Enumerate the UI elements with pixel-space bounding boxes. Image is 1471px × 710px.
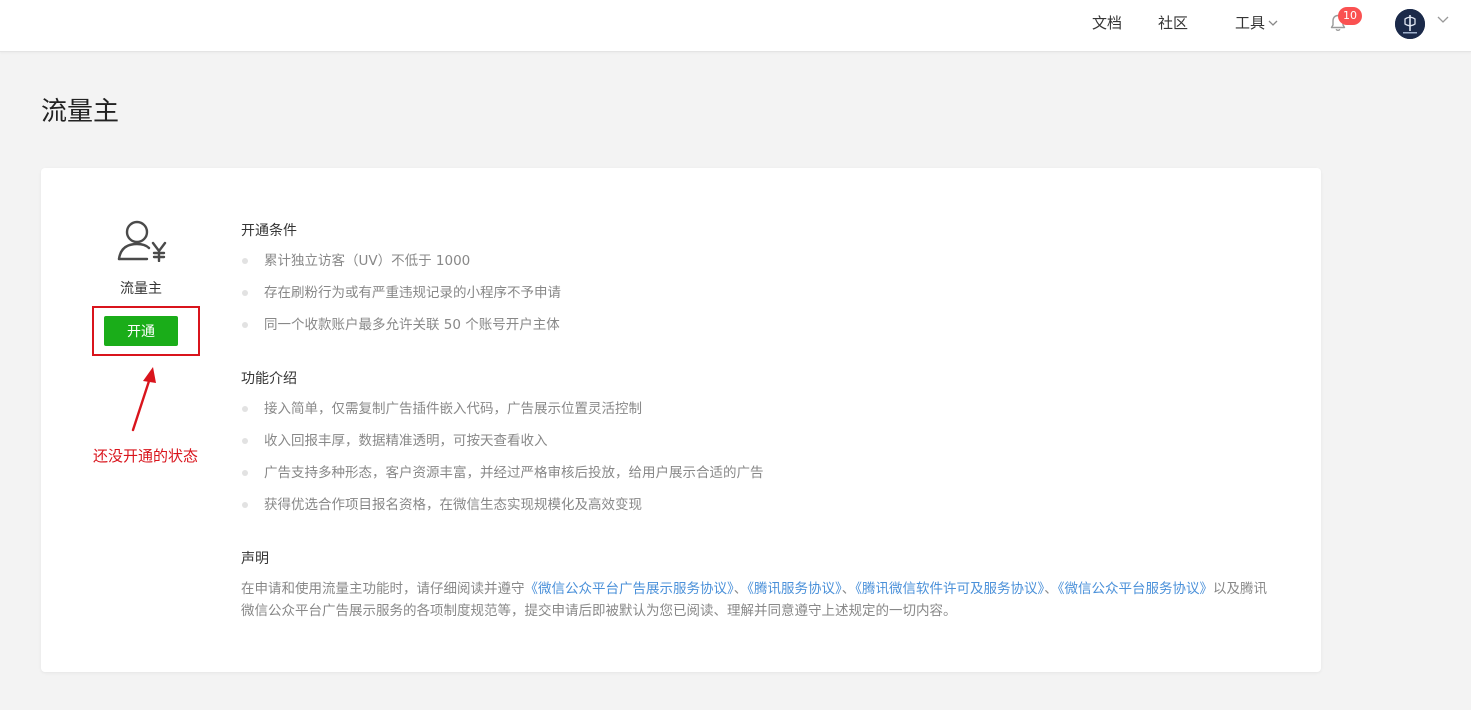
nav-community[interactable]: 社区 xyxy=(1158,13,1188,33)
list-item-text: 接入简单，仅需复制广告插件嵌入代码，广告展示位置灵活控制 xyxy=(264,401,642,417)
link-ad-display-agreement[interactable]: 《微信公众平台广告展示服务协议》 xyxy=(525,581,734,597)
list-item: 获得优选合作项目报名资格，在微信生态实现规模化及高效变现 xyxy=(241,494,764,526)
annotation-arrow-icon xyxy=(131,367,156,432)
nav-tools-label: 工具 xyxy=(1235,14,1266,32)
bullet-dot-icon xyxy=(242,290,248,296)
nav-docs[interactable]: 文档 xyxy=(1092,13,1122,33)
conditions-list: 累计独立访客（UV）不低于 1000 存在刷粉行为或有严重违规记录的小程序不予申… xyxy=(241,250,561,346)
bullet-dot-icon xyxy=(242,322,248,328)
bullet-dot-icon xyxy=(242,502,248,508)
list-item-text: 获得优选合作项目报名资格，在微信生态实现规模化及高效变现 xyxy=(264,497,642,513)
list-item-text: 存在刷粉行为或有严重违规记录的小程序不予申请 xyxy=(264,285,561,301)
account-chevron-down-icon[interactable] xyxy=(1437,16,1449,24)
list-item: 广告支持多种形态，客户资源丰富，并经过严格审核后投放，给用户展示合适的广告 xyxy=(241,462,764,494)
open-button[interactable]: 开通 xyxy=(104,316,178,346)
link-wechat-license-agreement[interactable]: 《腾讯微信软件许可及服务协议》 xyxy=(855,581,1044,597)
link-tencent-service-agreement[interactable]: 《腾讯服务协议》 xyxy=(747,581,842,597)
list-item: 同一个收款账户最多允许关联 50 个账号开户主体 xyxy=(241,314,561,346)
bullet-dot-icon xyxy=(242,470,248,476)
list-item: 累计独立访客（UV）不低于 1000 xyxy=(241,250,561,282)
avatar-image xyxy=(1395,9,1425,39)
user-avatar[interactable] xyxy=(1395,9,1425,39)
nav-tools[interactable]: 工具 xyxy=(1235,13,1278,33)
features-title: 功能介绍 xyxy=(241,371,297,387)
statement-separator: 、 xyxy=(1044,581,1058,597)
statement-prefix: 在申请和使用流量主功能时，请仔细阅读并遵守 xyxy=(241,581,525,597)
list-item: 存在刷粉行为或有严重违规记录的小程序不予申请 xyxy=(241,282,561,314)
bullet-dot-icon xyxy=(242,258,248,264)
bullet-dot-icon xyxy=(242,438,248,444)
statement-title: 声明 xyxy=(241,551,269,567)
chevron-down-icon xyxy=(1268,20,1278,26)
traffic-host-card: 流量主 开通 还没开通的状态 开通条件 累计独立访客（UV）不低于 1000 存… xyxy=(41,168,1321,672)
bullet-dot-icon xyxy=(242,406,248,412)
user-yuan-icon xyxy=(117,220,167,262)
role-label: 流量主 xyxy=(120,281,162,297)
list-item-text: 同一个收款账户最多允许关联 50 个账号开户主体 xyxy=(264,317,560,333)
statement-text: 在申请和使用流量主功能时，请仔细阅读并遵守《微信公众平台广告展示服务协议》、《腾… xyxy=(241,578,1276,622)
list-item: 收入回报丰厚，数据精准透明，可按天查看收入 xyxy=(241,430,764,462)
top-bar: 文档 社区 工具 10 xyxy=(0,0,1471,52)
conditions-title: 开通条件 xyxy=(241,223,297,239)
statement-separator: 、 xyxy=(733,581,748,597)
list-item-text: 收入回报丰厚，数据精准透明，可按天查看收入 xyxy=(264,433,548,449)
list-item-text: 广告支持多种形态，客户资源丰富，并经过严格审核后投放，给用户展示合适的广告 xyxy=(264,465,764,481)
notification-badge: 10 xyxy=(1338,7,1362,25)
link-platform-service-agreement[interactable]: 《微信公众平台服务协议》 xyxy=(1058,581,1213,597)
list-item-text: 累计独立访客（UV）不低于 1000 xyxy=(264,253,471,269)
statement-separator: 、 xyxy=(841,581,856,597)
page-title: 流量主 xyxy=(41,97,120,127)
list-item: 接入简单，仅需复制广告插件嵌入代码，广告展示位置灵活控制 xyxy=(241,398,764,430)
annotation-text: 还没开通的状态 xyxy=(93,447,199,465)
features-list: 接入简单，仅需复制广告插件嵌入代码，广告展示位置灵活控制 收入回报丰厚，数据精准… xyxy=(241,398,764,526)
